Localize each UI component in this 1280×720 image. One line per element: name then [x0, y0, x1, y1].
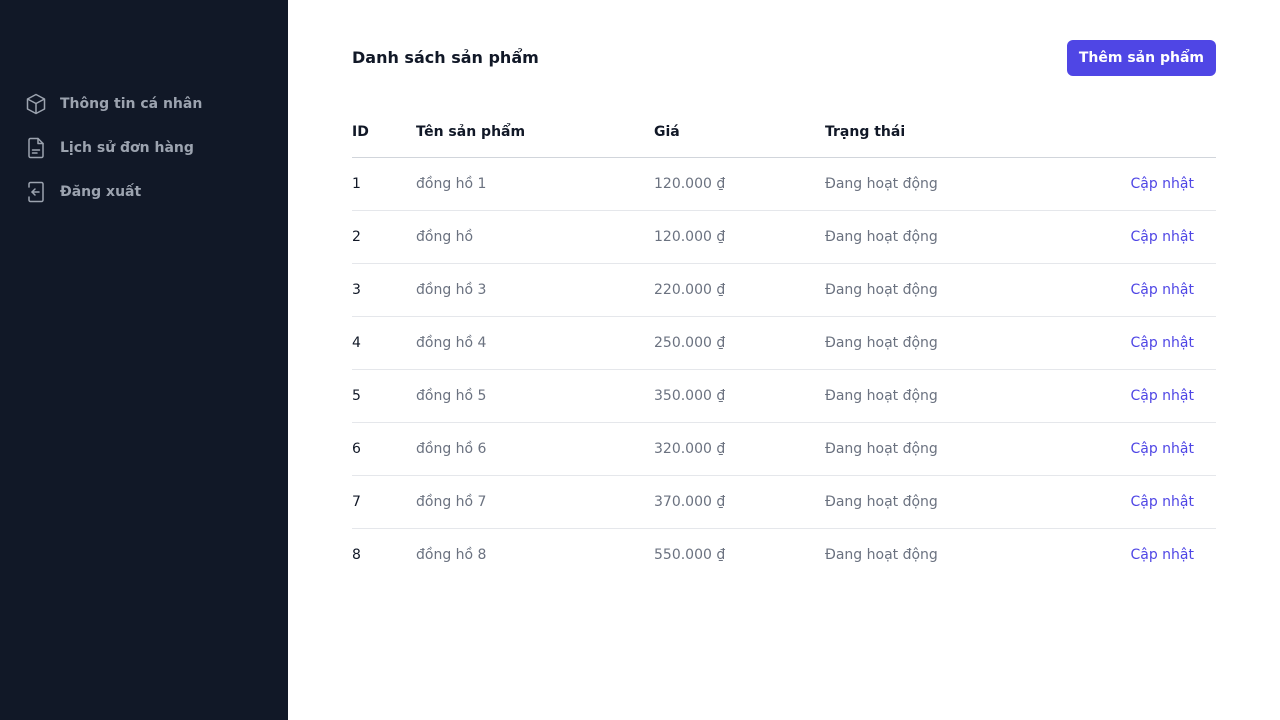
column-header-price: Giá: [654, 108, 825, 158]
cube-icon: [24, 92, 48, 116]
update-link[interactable]: Cập nhật: [1130, 441, 1194, 457]
cell-name: đồng hồ 5: [416, 369, 654, 423]
sidebar-item-logout[interactable]: Đăng xuất: [0, 170, 288, 214]
cell-price: 120.000 ₫: [654, 157, 825, 211]
cell-id: 4: [352, 316, 416, 370]
cell-status: Đang hoạt động: [825, 157, 1045, 211]
table-row: 2 đồng hồ 120.000 ₫ Đang hoạt động Cập nhật: [352, 210, 1216, 264]
cell-status: Đang hoạt động: [825, 210, 1045, 264]
table-body: 1 đồng hồ 1 120.000 ₫ Đang hoạt động Cập nhậ…: [352, 157, 1216, 581]
sidebar-item-profile[interactable]: Thông tin cá nhân: [0, 82, 288, 126]
cell-id: 1: [352, 157, 416, 211]
sidebar-item-label: Lịch sử đơn hàng: [60, 140, 194, 156]
column-header-status: Trạng thái: [825, 108, 1045, 158]
cell-status: Đang hoạt động: [825, 263, 1045, 317]
update-link[interactable]: Cập nhật: [1130, 282, 1194, 298]
cell-price: 220.000 ₫: [654, 263, 825, 317]
document-icon: [24, 136, 48, 160]
cell-id: 3: [352, 263, 416, 317]
table-row: 8 đồng hồ 8 550.000 ₫ Đang hoạt động Cập nhậ…: [352, 528, 1216, 581]
cell-name: đồng hồ 7: [416, 475, 654, 529]
product-table: ID Tên sản phẩm Giá Trạng thái 1 đồng hồ …: [352, 108, 1216, 581]
update-link[interactable]: Cập nhật: [1130, 494, 1194, 510]
cell-id: 2: [352, 210, 416, 264]
cell-price: 120.000 ₫: [654, 210, 825, 264]
cell-name: đồng hồ 3: [416, 263, 654, 317]
sidebar-item-label: Thông tin cá nhân: [60, 96, 203, 112]
update-link[interactable]: Cập nhật: [1130, 388, 1194, 404]
page-title: Danh sách sản phẩm: [352, 48, 539, 67]
cell-price: 350.000 ₫: [654, 369, 825, 423]
cell-id: 6: [352, 422, 416, 476]
main-content: Danh sách sản phẩm Thêm sản phẩm ID Tên …: [288, 0, 1280, 720]
cell-price: 250.000 ₫: [654, 316, 825, 370]
cell-name: đồng hồ 1: [416, 157, 654, 211]
cell-action: Cập nhật: [1045, 263, 1216, 317]
cell-action: Cập nhật: [1045, 316, 1216, 370]
cell-id: 8: [352, 546, 361, 563]
table-row: 7 đồng hồ 7 370.000 ₫ Đang hoạt động Cập nhậ…: [352, 475, 1216, 529]
cell-status: Đang hoạt động: [825, 316, 1045, 370]
column-header-id: ID: [352, 108, 416, 158]
cell-name: đồng hồ 4: [416, 316, 654, 370]
cell-action: Cập nhật: [1045, 475, 1216, 529]
sidebar-item-label: Đăng xuất: [60, 184, 142, 200]
update-link[interactable]: Cập nhật: [1130, 335, 1194, 351]
cell-action: Cập nhật: [1045, 369, 1216, 423]
sidebar-item-order-history[interactable]: Lịch sử đơn hàng: [0, 126, 288, 170]
cell-price: 320.000 ₫: [654, 422, 825, 476]
cell-name: đồng hồ 8: [416, 546, 487, 563]
cell-status: Đang hoạt động: [825, 546, 938, 563]
table-row: 5 đồng hồ 5 350.000 ₫ Đang hoạt động Cập nhậ…: [352, 369, 1216, 423]
cell-name: đồng hồ: [416, 210, 654, 264]
cell-status: Đang hoạt động: [825, 422, 1045, 476]
table-row: 6 đồng hồ 6 320.000 ₫ Đang hoạt động Cập nhậ…: [352, 422, 1216, 476]
logout-icon: [24, 180, 48, 204]
table-row: 1 đồng hồ 1 120.000 ₫ Đang hoạt động Cập nhậ…: [352, 157, 1216, 211]
column-header-action: [1045, 108, 1216, 158]
table-row: 4 đồng hồ 4 250.000 ₫ Đang hoạt động Cập nhậ…: [352, 316, 1216, 370]
table-row: 3 đồng hồ 3 220.000 ₫ Đang hoạt động Cập nhậ…: [352, 263, 1216, 317]
cell-status: Đang hoạt động: [825, 475, 1045, 529]
cell-id: 5: [352, 369, 416, 423]
cell-price: 370.000 ₫: [654, 475, 825, 529]
cell-action: Cập nhật: [1045, 422, 1216, 476]
update-link[interactable]: Cập nhật: [1130, 547, 1194, 563]
cell-name: đồng hồ 6: [416, 422, 654, 476]
cell-action: Cập nhật: [1045, 157, 1216, 211]
cell-action: Cập nhật: [1045, 528, 1216, 581]
table-header-row: ID Tên sản phẩm Giá Trạng thái: [352, 108, 1216, 158]
update-link[interactable]: Cập nhật: [1130, 229, 1194, 245]
cell-status: Đang hoạt động: [825, 369, 1045, 423]
column-header-name: Tên sản phẩm: [416, 108, 654, 158]
cell-id: 7: [352, 475, 416, 529]
cell-action: Cập nhật: [1045, 210, 1216, 264]
page-header: Danh sách sản phẩm Thêm sản phẩm: [352, 40, 1216, 76]
add-product-button[interactable]: Thêm sản phẩm: [1066, 40, 1216, 76]
cell-price: 550.000 ₫: [654, 546, 726, 563]
update-link[interactable]: Cập nhật: [1130, 176, 1194, 192]
sidebar: Thông tin cá nhân Lịch sử đơn hàng Đăng …: [0, 0, 288, 720]
